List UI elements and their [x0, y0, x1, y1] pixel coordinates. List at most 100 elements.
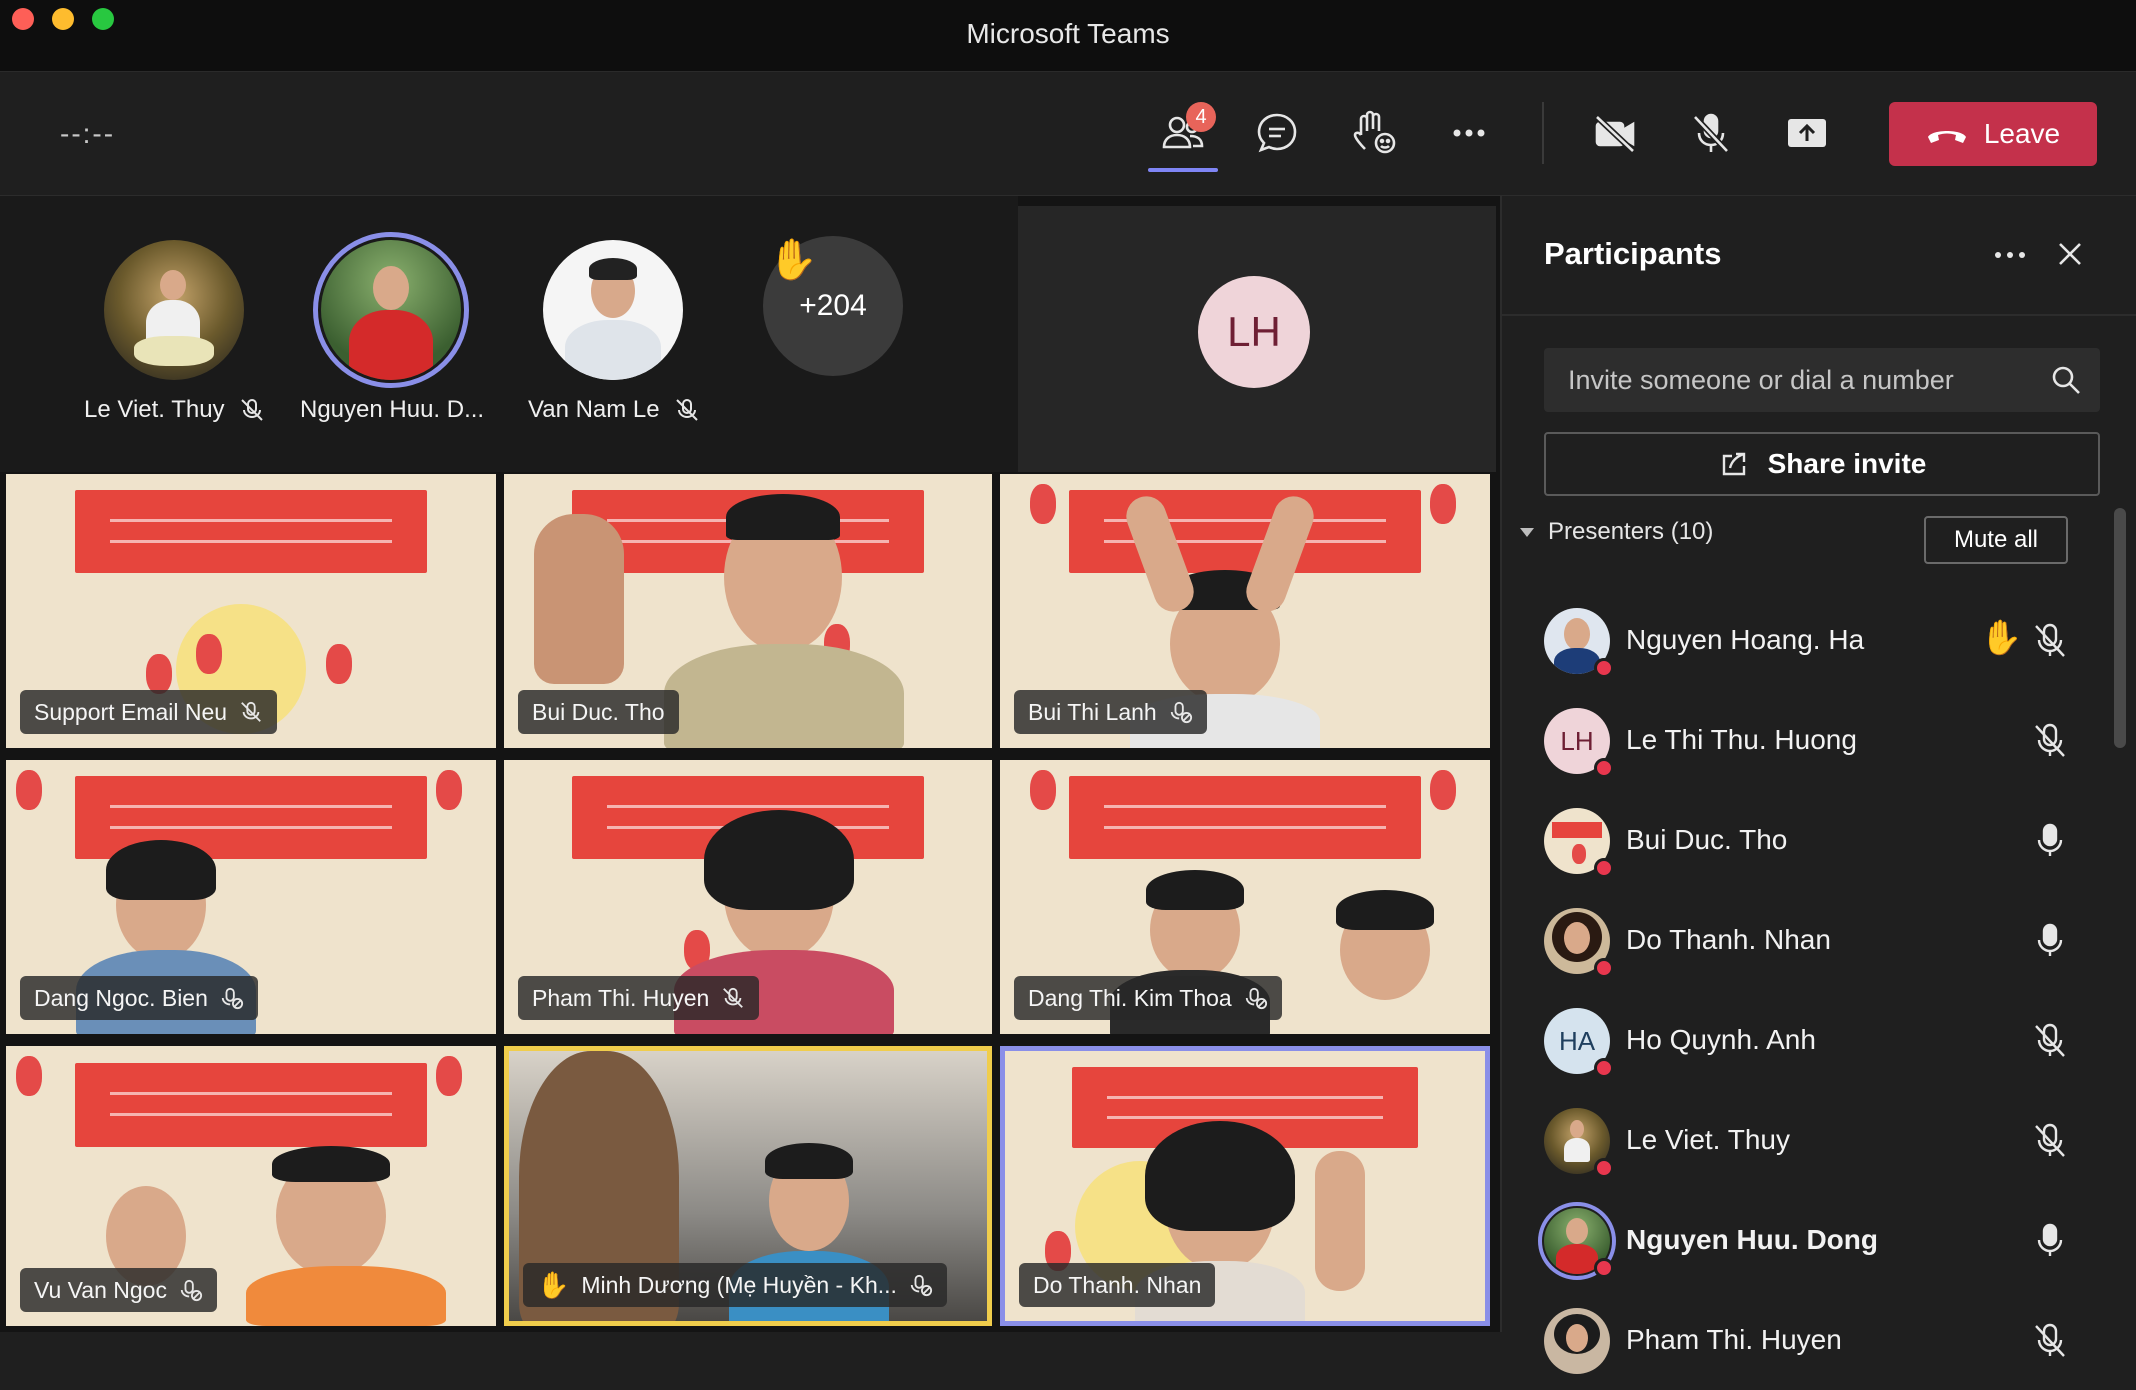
- mic-off-icon[interactable]: [2030, 1020, 2070, 1060]
- panel-divider: [1502, 314, 2136, 316]
- event-banner: [74, 490, 428, 573]
- video-tile-active-speaker[interactable]: Do Thanh. Nhan: [1000, 1046, 1490, 1326]
- video-tile[interactable]: Dang Thi. Kim Thoa: [1000, 760, 1490, 1034]
- mic-icon[interactable]: [2030, 820, 2070, 860]
- mic-off-icon: [240, 399, 263, 421]
- mic-off-icon[interactable]: [2030, 1320, 2070, 1360]
- mic-off-icon: [1692, 113, 1730, 154]
- share-screen-icon: [1788, 119, 1826, 147]
- search-icon[interactable]: [2050, 364, 2082, 396]
- video-tile[interactable]: Bui Duc. Tho: [504, 474, 992, 748]
- participant-row[interactable]: Do Thanh. Nhan: [1502, 890, 2102, 990]
- tile-name-label: Bui Thi Lanh: [1014, 690, 1207, 734]
- event-banner: [1068, 490, 1422, 573]
- window-title: Microsoft Teams: [966, 18, 1170, 49]
- participant-name: Nguyen Hoang. Ha: [1626, 624, 1865, 655]
- participant-name: Bui Duc. Tho: [1626, 824, 1788, 855]
- participant-name: Do Thanh. Nhan: [1626, 924, 1831, 955]
- mic-toggle-button[interactable]: [1676, 98, 1746, 168]
- status-indicator: [1594, 1058, 1614, 1078]
- collapse-caret-icon: [1520, 527, 1534, 537]
- participants-panel: Participants Share invite Presenters (10…: [1500, 196, 2136, 1374]
- panel-more-options-icon[interactable]: [1988, 240, 2032, 270]
- raised-hand-icon: ✋: [768, 238, 818, 282]
- video-tile[interactable]: Pham Thi. Huyen: [504, 760, 992, 1034]
- invite-field-container: [1544, 348, 2100, 412]
- mic-pinned-muted-icon: [221, 987, 243, 1010]
- mic-off-icon[interactable]: [2030, 1120, 2070, 1160]
- presenters-section-toggle[interactable]: Presenters (10): [1520, 518, 1713, 546]
- event-banner: [74, 1062, 428, 1147]
- share-invite-button[interactable]: Share invite: [1544, 432, 2100, 496]
- reactions-button[interactable]: [1338, 98, 1408, 168]
- camera-toggle-button[interactable]: [1580, 98, 1650, 168]
- participant-row[interactable]: Nguyen Huu. Dong: [1502, 1190, 2102, 1290]
- chat-button[interactable]: [1242, 98, 1312, 168]
- participant-name: Nguyen Huu. Dong: [1626, 1224, 1878, 1255]
- tile-name-label: Dang Ngoc. Bien: [20, 976, 258, 1020]
- hang-up-icon: [1927, 131, 1966, 143]
- tile-name-label: Support Email Neu: [20, 690, 278, 734]
- mic-pinned-muted-icon: [180, 1279, 203, 1302]
- leave-button[interactable]: Leave: [1889, 102, 2097, 166]
- participant-row[interactable]: Pham Thi. Huyen: [1502, 1290, 2102, 1390]
- mute-all-button[interactable]: Mute all: [1924, 516, 2068, 564]
- leave-label: Leave: [1983, 118, 2061, 149]
- video-tile[interactable]: Dang Ngoc. Bien: [6, 760, 496, 1034]
- avatar: [1544, 1308, 1610, 1374]
- participant-name: Pham Thi. Huyen: [1626, 1324, 1842, 1355]
- avatar-nguyen-huu-dong[interactable]: [321, 240, 461, 380]
- mic-off-icon: [241, 701, 261, 722]
- mic-pinned-muted-icon: [1170, 701, 1192, 724]
- participants-badge: 4: [1186, 102, 1216, 132]
- mic-off-icon[interactable]: [2030, 620, 2070, 660]
- initials-avatar: LH: [1198, 276, 1310, 388]
- participant-name: Ho Quynh. Anh: [1626, 1024, 1816, 1055]
- mic-off-icon: [675, 399, 698, 421]
- video-tile[interactable]: Bui Thi Lanh: [1000, 474, 1490, 748]
- raised-hand-icon: ✋: [537, 1269, 570, 1300]
- participant-name: Le Viet. Thuy: [1626, 1124, 1790, 1155]
- status-indicator: [1594, 858, 1614, 878]
- video-tile[interactable]: Support Email Neu: [6, 474, 496, 748]
- invite-input[interactable]: [1544, 348, 2024, 412]
- close-panel-icon[interactable]: [2050, 234, 2090, 274]
- participant-row[interactable]: HA Ho Quynh. Anh: [1502, 990, 2102, 1090]
- tile-name-label: Dang Thi. Kim Thoa: [1014, 976, 1282, 1020]
- participants-button[interactable]: 4: [1148, 98, 1218, 172]
- video-tile-highlighted[interactable]: ✋ Minh Dương (Mẹ Huyền - Kh...: [504, 1046, 992, 1326]
- avatar-name-van-nam-le: Van Nam Le: [528, 396, 700, 424]
- status-indicator: [1594, 758, 1614, 778]
- meeting-timer: --:--: [60, 118, 116, 149]
- toolbar-divider: [1542, 102, 1544, 164]
- raise-hand-emoji-icon: [1353, 110, 1396, 154]
- more-actions-button[interactable]: [1434, 98, 1504, 168]
- tile-name-label: Do Thanh. Nhan: [1019, 1263, 1216, 1307]
- status-indicator: [1594, 658, 1614, 678]
- meeting-stage: Le Viet. Thuy Nguyen Huu. D... Van Nam L…: [0, 196, 1500, 1332]
- mic-icon[interactable]: [2030, 920, 2070, 960]
- mic-pinned-muted-icon: [910, 1274, 932, 1297]
- participant-row[interactable]: Nguyen Hoang. Ha ✋: [1502, 590, 2102, 690]
- video-tile[interactable]: Vu Van Ngoc: [6, 1046, 496, 1326]
- share-screen-button[interactable]: [1772, 98, 1842, 168]
- audio-participants-row: Le Viet. Thuy Nguyen Huu. D... Van Nam L…: [0, 196, 1018, 472]
- tile-name-label: Bui Duc. Tho: [518, 690, 679, 734]
- avatar-name-le-viet-thuy: Le Viet. Thuy: [84, 396, 265, 424]
- mic-off-icon[interactable]: [2030, 720, 2070, 760]
- participant-name: Le Thi Thu. Huong: [1626, 724, 1857, 755]
- participant-row[interactable]: LH Le Thi Thu. Huong: [1502, 690, 2102, 790]
- share-icon: [1722, 452, 1745, 476]
- avatar-van-nam-le[interactable]: [543, 240, 683, 380]
- participant-row[interactable]: Le Viet. Thuy: [1502, 1090, 2102, 1190]
- tile-name-label: ✋ Minh Dương (Mẹ Huyền - Kh...: [523, 1263, 947, 1307]
- mic-icon[interactable]: [2030, 1220, 2070, 1260]
- spotlight-tile[interactable]: LH: [1018, 206, 1496, 472]
- status-indicator: [1594, 1158, 1614, 1178]
- panel-title: Participants: [1544, 236, 1722, 271]
- participant-row[interactable]: Bui Duc. Tho: [1502, 790, 2102, 890]
- panel-scrollbar[interactable]: [2114, 508, 2126, 748]
- active-tab-indicator: [1148, 168, 1218, 172]
- avatar-le-viet-thuy[interactable]: [104, 240, 244, 380]
- chat-icon: [1257, 113, 1297, 153]
